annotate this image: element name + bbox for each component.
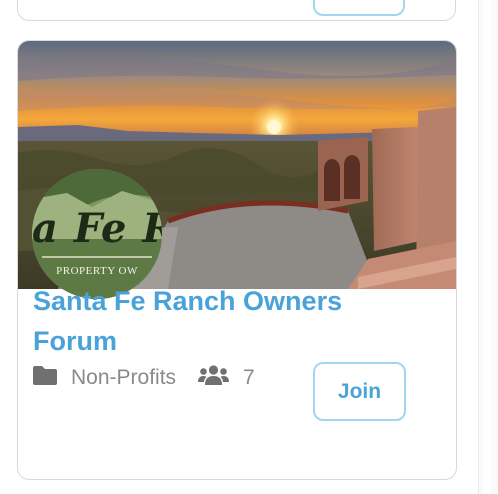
group-meta: Non-Profits 7	[33, 363, 255, 393]
group-logo-avatar: a Fe R PROPERTY OW	[32, 169, 162, 299]
group-category: Non-Profits	[71, 366, 177, 389]
join-button[interactable]: Join	[313, 362, 406, 421]
users-icon	[198, 365, 230, 391]
group-title[interactable]: Santa Fe Ranch Owners Forum	[33, 281, 413, 361]
scrollbar-thumb[interactable]	[483, 0, 491, 494]
logo-wordmark: a Fe R	[32, 205, 162, 252]
member-count: 7	[243, 366, 255, 389]
folder-icon	[33, 365, 57, 391]
previous-join-button[interactable]	[313, 0, 405, 16]
logo-subtext: PROPERTY OW	[56, 265, 138, 277]
